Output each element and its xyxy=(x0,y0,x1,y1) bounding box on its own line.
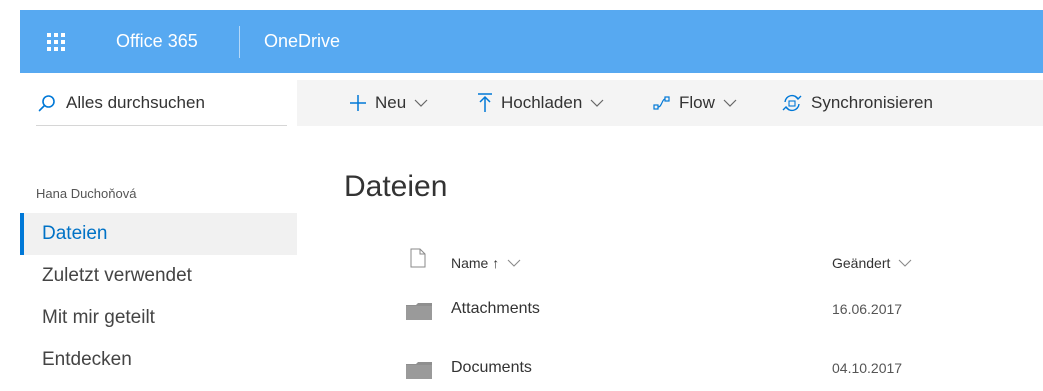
sync-icon xyxy=(781,93,803,113)
suite-divider xyxy=(239,26,240,58)
left-nav: Dateien Zuletzt verwendet Mit mir geteil… xyxy=(20,213,297,381)
search-placeholder: Alles durchsuchen xyxy=(66,92,205,112)
modified-date: 16.06.2017 xyxy=(832,301,903,317)
chevron-down-icon xyxy=(590,99,604,107)
flow-button[interactable]: Flow xyxy=(653,80,737,126)
sync-button[interactable]: Synchronisieren xyxy=(781,80,933,126)
onedrive-link[interactable]: OneDrive xyxy=(264,10,340,73)
search-icon xyxy=(38,94,55,111)
flow-icon xyxy=(653,95,671,111)
nav-item-zuletzt-verwendet[interactable]: Zuletzt verwendet xyxy=(20,255,297,297)
list-item[interactable]: Documents 04.10.2017 xyxy=(344,345,1043,391)
page-title: Dateien xyxy=(344,170,448,203)
column-name-label: Name ↑ xyxy=(451,255,500,271)
folder-icon xyxy=(406,361,432,384)
command-bar: Neu Hochladen Flow Synchronisieren xyxy=(297,80,1043,126)
waffle-icon xyxy=(47,32,65,51)
chevron-down-icon xyxy=(723,99,737,107)
search-box[interactable]: Alles durchsuchen xyxy=(36,80,287,126)
office-365-link[interactable]: Office 365 xyxy=(116,10,198,73)
nav-item-dateien[interactable]: Dateien xyxy=(20,213,297,255)
column-header-modified[interactable]: Geändert xyxy=(832,240,912,286)
file-name[interactable]: Documents xyxy=(451,345,532,391)
chevron-down-icon xyxy=(898,259,912,267)
upload-label: Hochladen xyxy=(501,93,583,112)
nav-item-entdecken[interactable]: Entdecken xyxy=(20,339,297,381)
flow-label: Flow xyxy=(679,93,715,112)
app-launcher-button[interactable] xyxy=(20,10,92,73)
column-header-name[interactable]: Name ↑ xyxy=(451,240,521,286)
column-header-row: Name ↑ Geändert xyxy=(344,240,1043,286)
sync-label: Synchronisieren xyxy=(811,93,933,112)
upload-button[interactable]: Hochladen xyxy=(477,80,604,126)
suite-bar: Office 365 OneDrive xyxy=(20,10,1043,73)
plus-icon xyxy=(349,94,367,112)
upload-icon xyxy=(477,93,493,113)
nav-item-mit-mir-geteilt[interactable]: Mit mir geteilt xyxy=(20,297,297,339)
chevron-down-icon xyxy=(414,99,428,107)
folder-icon xyxy=(406,302,432,325)
modified-date: 04.10.2017 xyxy=(832,360,903,376)
owner-name: Hana Duchoňová xyxy=(36,186,137,201)
chevron-down-icon xyxy=(507,259,521,267)
column-modified-label: Geändert xyxy=(832,255,891,271)
file-type-icon[interactable] xyxy=(410,248,426,273)
new-label: Neu xyxy=(375,93,407,112)
file-name[interactable]: Attachments xyxy=(451,286,540,332)
new-button[interactable]: Neu xyxy=(349,80,428,126)
list-item[interactable]: Attachments 16.06.2017 xyxy=(344,286,1043,332)
